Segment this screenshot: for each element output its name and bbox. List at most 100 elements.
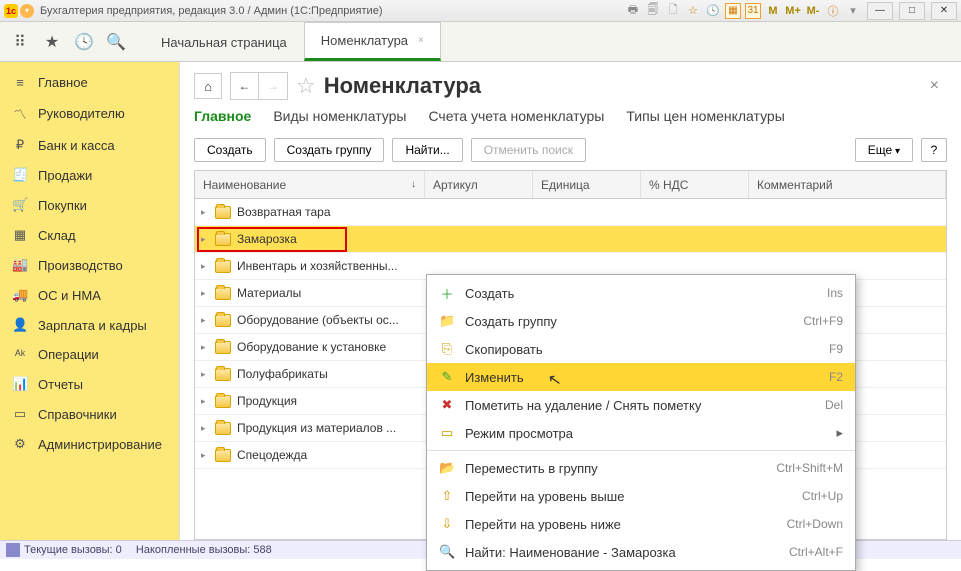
sidebar-item[interactable]: 🚚ОС и НМА (0, 280, 179, 310)
menu-label: Изменить (465, 370, 819, 385)
context-menu-item[interactable]: ✖Пометить на удаление / Снять пометкуDel (427, 391, 855, 419)
menu-shortcut: Ctrl+Alt+F (789, 545, 843, 559)
context-menu-item[interactable]: ✎ИзменитьF2 (427, 363, 855, 391)
menu-label: Пометить на удаление / Снять пометку (465, 398, 815, 413)
expand-icon[interactable]: ▸ (201, 315, 209, 326)
sub-tab[interactable]: Главное (194, 108, 251, 128)
minimize-button[interactable]: — (867, 2, 893, 20)
back-button[interactable]: ← (231, 73, 259, 99)
context-menu-item[interactable]: ▭Режим просмотра▸ (427, 419, 855, 447)
sidebar-item[interactable]: 🛒Покупки (0, 190, 179, 220)
expand-icon[interactable]: ▸ (201, 369, 209, 380)
menu-label: Скопировать (465, 342, 819, 357)
sub-tab[interactable]: Типы цен номенклатуры (626, 108, 784, 128)
sidebar-item[interactable]: 📊Отчеты (0, 369, 179, 399)
maximize-button[interactable]: □ (899, 2, 925, 20)
context-menu-item[interactable]: 📁Создать группуCtrl+F9 (427, 307, 855, 335)
context-menu-item[interactable]: ⎘СкопироватьF9 (427, 335, 855, 363)
menu-shortcut: F9 (829, 342, 843, 356)
titlebar-tool-icon[interactable]: 🖶 (625, 3, 641, 19)
titlebar-calc-icon[interactable]: ▦ (725, 3, 741, 19)
more-button[interactable]: Еще (855, 138, 913, 162)
sidebar-item[interactable]: ⚙Администрирование (0, 429, 179, 459)
expand-icon[interactable]: ▸ (201, 207, 209, 218)
info-icon[interactable]: ⓘ (825, 3, 841, 19)
sidebar-item[interactable]: ≡Главное (0, 68, 179, 97)
cancel-search-button[interactable]: Отменить поиск (471, 138, 586, 162)
page-header: ⌂ ← → ☆ Номенклатура × (194, 72, 947, 100)
mem-m[interactable]: M (765, 3, 781, 19)
sub-tab[interactable]: Виды номенклатуры (273, 108, 406, 128)
sidebar-icon: ≡ (12, 75, 28, 90)
context-menu-item[interactable]: 📂Переместить в группуCtrl+Shift+M (427, 454, 855, 482)
titlebar-cal-icon[interactable]: 31 (745, 3, 761, 19)
dropdown-icon[interactable]: ▾ (20, 4, 34, 18)
tab-home[interactable]: Начальная страница (144, 22, 304, 61)
row-label: Возвратная тара (237, 205, 331, 219)
sidebar-icon: 🛒 (12, 197, 28, 213)
context-menu-item[interactable]: 🔍Найти: Наименование - ЗамарозкаCtrl+Alt… (427, 538, 855, 566)
expand-icon[interactable]: ▸ (201, 396, 209, 407)
row-label: Замарозка (237, 232, 297, 246)
help-button[interactable]: ? (921, 138, 947, 162)
create-group-button[interactable]: Создать группу (274, 138, 385, 162)
folder-icon (215, 341, 231, 354)
folder-icon (215, 395, 231, 408)
mem-mplus[interactable]: M+ (785, 3, 801, 19)
col-name[interactable]: Наименование↓ (195, 171, 425, 198)
titlebar-star-icon[interactable]: ☆ (685, 3, 701, 19)
context-menu-item[interactable]: ＋СоздатьIns (427, 279, 855, 307)
sidebar-item[interactable]: 🧾Продажи (0, 160, 179, 190)
row-label: Продукция (237, 394, 297, 408)
expand-icon[interactable]: ▸ (201, 342, 209, 353)
sub-tab[interactable]: Счета учета номенклатуры (428, 108, 604, 128)
forward-button[interactable]: → (259, 73, 287, 99)
sidebar-item[interactable]: ▦Склад (0, 220, 179, 250)
titlebar-tool-icon[interactable]: 🗋 (665, 3, 681, 19)
row-label: Продукция из материалов ... (237, 421, 396, 435)
window-titlebar: 1c ▾ Бухгалтерия предприятия, редакция 3… (0, 0, 961, 22)
mem-mminus[interactable]: M- (805, 3, 821, 19)
expand-icon[interactable]: ▸ (201, 234, 209, 245)
expand-icon[interactable]: ▸ (201, 423, 209, 434)
close-page-button[interactable]: × (922, 73, 947, 99)
table-row[interactable]: ▸ Возвратная тара (195, 199, 946, 226)
favorite-star-icon[interactable]: ☆ (296, 73, 316, 99)
find-button[interactable]: Найти... (392, 138, 462, 162)
tab-nomenclature[interactable]: Номенклатура× (304, 22, 441, 61)
top-toolbar: ⠿ ★ 🕓 🔍 Начальная страница Номенклатура× (0, 22, 961, 62)
sidebar-item[interactable]: ▭Справочники (0, 399, 179, 429)
col-article[interactable]: Артикул (425, 171, 533, 198)
close-window-button[interactable]: ✕ (931, 2, 957, 20)
menu-label: Переместить в группу (465, 461, 766, 476)
col-comment[interactable]: Комментарий (749, 171, 946, 198)
menu-shortcut: Del (825, 398, 843, 412)
info-dd-icon[interactable]: ▾ (845, 3, 861, 19)
col-vat[interactable]: % НДС (641, 171, 749, 198)
sidebar-item[interactable]: 〽Руководителю (0, 97, 179, 130)
sidebar-item[interactable]: ₽Банк и касса (0, 130, 179, 160)
search-icon[interactable]: 🔍 (104, 30, 128, 54)
table-row[interactable]: ▸ Замарозка (195, 226, 946, 253)
menu-label: Найти: Наименование - Замарозка (465, 545, 779, 560)
menu-shortcut: Ctrl+Down (787, 517, 843, 531)
home-button[interactable]: ⌂ (194, 73, 222, 99)
col-unit[interactable]: Единица (533, 171, 641, 198)
row-label: Полуфабрикаты (237, 367, 328, 381)
context-menu-item[interactable]: ⇩Перейти на уровень нижеCtrl+Down (427, 510, 855, 538)
history-icon[interactable]: 🕓 (72, 30, 96, 54)
sidebar-item[interactable]: 👤Зарплата и кадры (0, 310, 179, 340)
expand-icon[interactable]: ▸ (201, 261, 209, 272)
sidebar-item[interactable]: 🏭Производство (0, 250, 179, 280)
sidebar-item[interactable]: ᴬᵏОперации (0, 340, 179, 369)
close-tab-icon[interactable]: × (418, 35, 424, 46)
favorite-icon[interactable]: ★ (40, 30, 64, 54)
titlebar-tool-icon[interactable]: 🗐 (645, 3, 661, 19)
titlebar-clock-icon[interactable]: 🕓 (705, 3, 721, 19)
row-label: Оборудование к установке (237, 340, 386, 354)
context-menu-item[interactable]: ⇧Перейти на уровень вышеCtrl+Up (427, 482, 855, 510)
create-button[interactable]: Создать (194, 138, 266, 162)
expand-icon[interactable]: ▸ (201, 288, 209, 299)
expand-icon[interactable]: ▸ (201, 450, 209, 461)
apps-icon[interactable]: ⠿ (8, 30, 32, 54)
